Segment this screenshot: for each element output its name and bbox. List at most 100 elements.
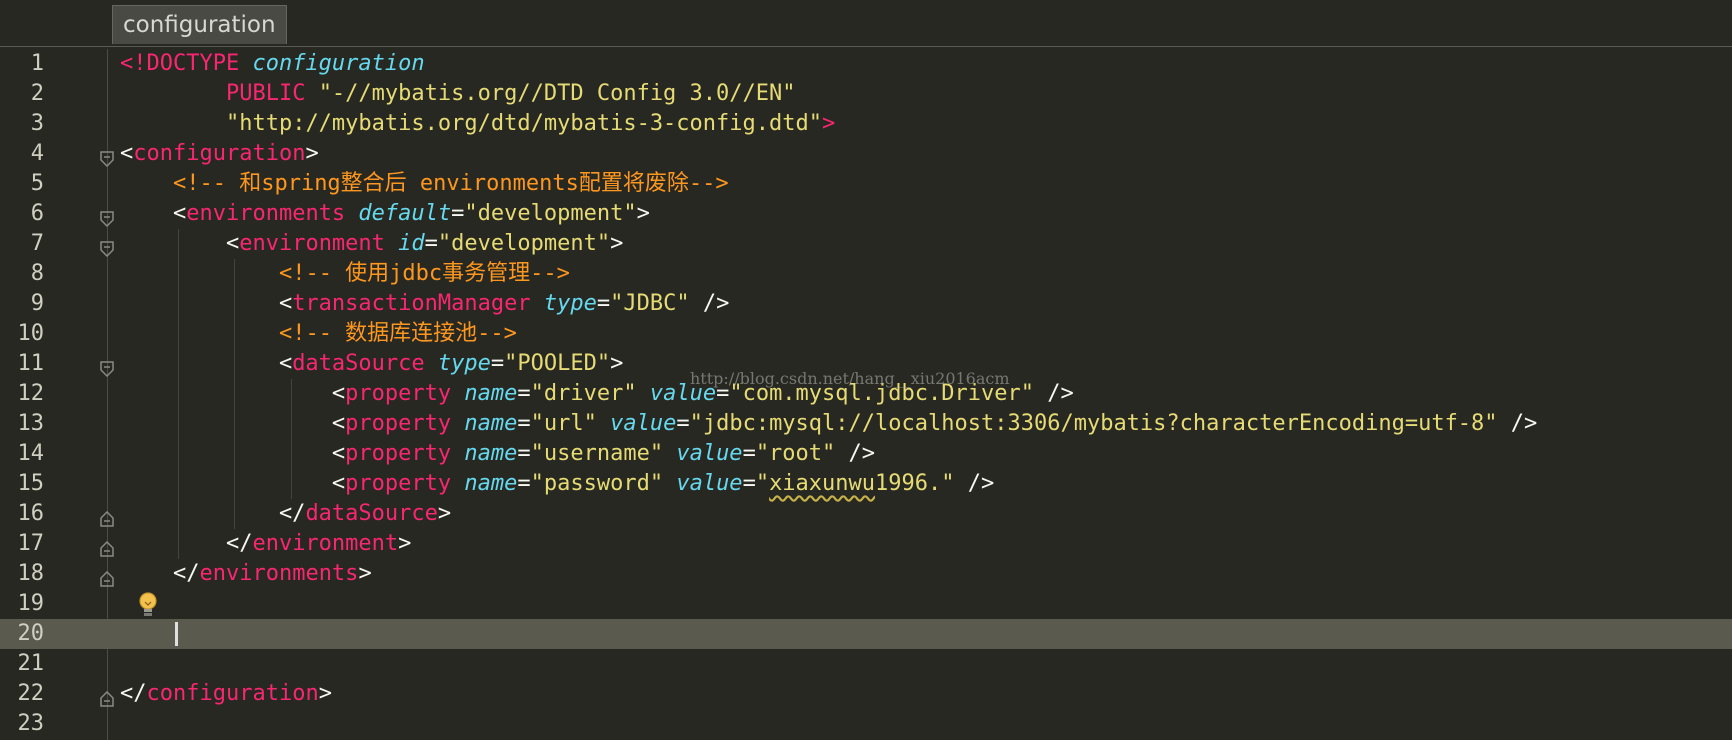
code-text: <!DOCTYPE configuration: [120, 49, 425, 79]
line-number: 10: [17, 321, 45, 346]
code-line[interactable]: 18 </environments>: [0, 559, 1732, 589]
line-number: 5: [30, 171, 44, 196]
code-editor[interactable]: 1 <!DOCTYPE configuration 2 PUBLIC "-//myb…: [0, 49, 1732, 740]
code-token: <!DOCTYPE: [120, 51, 253, 76]
code-token: <!-- 和spring整合后 environments配置将废除-->: [172, 171, 729, 196]
code-token: property: [345, 441, 465, 466]
code-line[interactable]: 3 "http://mybatis.org/dtd/mybatis-3-conf…: [0, 109, 1732, 139]
line-number: 11: [17, 351, 45, 376]
line-number: 3: [30, 111, 44, 136]
code-token: PUBLIC: [225, 81, 319, 106]
code-token: type: [437, 351, 491, 376]
code-token: >: [398, 531, 412, 556]
code-token: configuration: [133, 141, 306, 166]
text-caret: [175, 622, 178, 646]
code-line[interactable]: 16 </dataSource>: [0, 499, 1732, 529]
code-token: property: [345, 411, 465, 436]
code-token: xiaxunwu: [769, 471, 876, 496]
code-text: <configuration>: [120, 139, 319, 169]
code-line[interactable]: 2 PUBLIC "-//mybatis.org//DTD Config 3.0…: [0, 79, 1732, 109]
line-number: 21: [17, 651, 45, 676]
code-text: "http://mybatis.org/dtd/mybatis-3-config…: [120, 109, 835, 139]
code-token: ": [755, 471, 770, 496]
code-line[interactable]: 7 <environment id="development">: [0, 229, 1732, 259]
code-token: =: [742, 471, 756, 496]
code-token: "driver": [530, 381, 650, 406]
breadcrumb: configuration: [0, 0, 1732, 47]
code-token: >: [305, 141, 319, 166]
code-line[interactable]: 21: [0, 649, 1732, 679]
fold-close-icon[interactable]: [100, 566, 114, 587]
code-token: configuration: [252, 51, 425, 76]
code-token: value: [676, 441, 743, 466]
fold-open-icon[interactable]: [100, 206, 114, 228]
code-token: name: [464, 471, 518, 496]
code-token: <!-- 使用jdbc事务管理-->: [278, 261, 570, 286]
code-line[interactable]: 19: [0, 589, 1732, 619]
code-token: />: [954, 471, 995, 496]
line-number: 6: [30, 201, 44, 226]
code-text: <property name="url" value="jdbc:mysql:/…: [120, 409, 1537, 439]
code-token: </: [120, 531, 253, 556]
code-line[interactable]: 17 </environment>: [0, 529, 1732, 559]
code-token: >: [610, 231, 624, 256]
code-token: <: [120, 351, 293, 376]
code-line[interactable]: 15 <property name="password" value="xiax…: [0, 469, 1732, 499]
code-token: environments: [186, 201, 359, 226]
code-token: />: [1497, 411, 1538, 436]
fold-close-icon[interactable]: [100, 506, 114, 527]
line-number: 1: [30, 51, 44, 76]
code-token: </: [120, 681, 147, 706]
code-token: value: [676, 471, 743, 496]
line-number: 4: [30, 141, 44, 166]
code-token: >: [822, 111, 836, 136]
code-line[interactable]: 22 </configuration>: [0, 679, 1732, 709]
code-line[interactable]: 14 <property name="username" value="root…: [0, 439, 1732, 469]
line-number: 12: [17, 381, 45, 406]
code-token: </: [120, 561, 200, 586]
code-token: =: [676, 411, 690, 436]
fold-open-icon[interactable]: [100, 146, 114, 168]
line-number: 7: [30, 231, 44, 256]
code-token: "root": [755, 441, 836, 466]
code-line[interactable]: 4 <configuration>: [0, 139, 1732, 169]
code-token: "username": [530, 441, 677, 466]
code-token: dataSource: [305, 501, 438, 526]
code-token: >: [358, 561, 372, 586]
code-token: "development": [437, 231, 611, 256]
code-token: "url": [530, 411, 611, 436]
fold-close-icon[interactable]: [100, 536, 114, 557]
code-line[interactable]: 20: [0, 619, 1732, 649]
code-line[interactable]: 5 <!-- 和spring整合后 environments配置将废除-->: [0, 169, 1732, 199]
code-token: =: [451, 201, 465, 226]
code-token: <: [120, 411, 346, 436]
code-text: <!-- 和spring整合后 environments配置将废除-->: [120, 169, 729, 199]
code-line[interactable]: 8 <!-- 使用jdbc事务管理-->: [0, 259, 1732, 289]
code-token: <!-- 数据库连接池-->: [278, 321, 517, 346]
code-text: </dataSource>: [120, 499, 451, 529]
code-line[interactable]: 6 <environments default="development">: [0, 199, 1732, 229]
code-line[interactable]: 13 <property name="url" value="jdbc:mysq…: [0, 409, 1732, 439]
code-token: environments: [199, 561, 359, 586]
code-line[interactable]: 9 <transactionManager type="JDBC" />: [0, 289, 1732, 319]
fold-open-icon[interactable]: [100, 236, 114, 258]
code-line[interactable]: 23: [0, 709, 1732, 739]
fold-close-icon[interactable]: [100, 686, 114, 707]
code-text: </configuration>: [120, 679, 332, 709]
lightbulb-icon[interactable]: [136, 591, 160, 619]
code-text: <transactionManager type="JDBC" />: [120, 289, 729, 319]
code-token: default: [358, 201, 452, 226]
code-token: dataSource: [292, 351, 438, 376]
code-token: configuration: [146, 681, 319, 706]
code-token: =: [596, 291, 611, 316]
breadcrumb-item-configuration[interactable]: configuration: [112, 5, 287, 44]
fold-open-icon[interactable]: [100, 356, 114, 378]
code-line[interactable]: 10 <!-- 数据库连接池-->: [0, 319, 1732, 349]
code-token: <: [120, 201, 187, 226]
code-line[interactable]: 1 <!DOCTYPE configuration: [0, 49, 1732, 79]
